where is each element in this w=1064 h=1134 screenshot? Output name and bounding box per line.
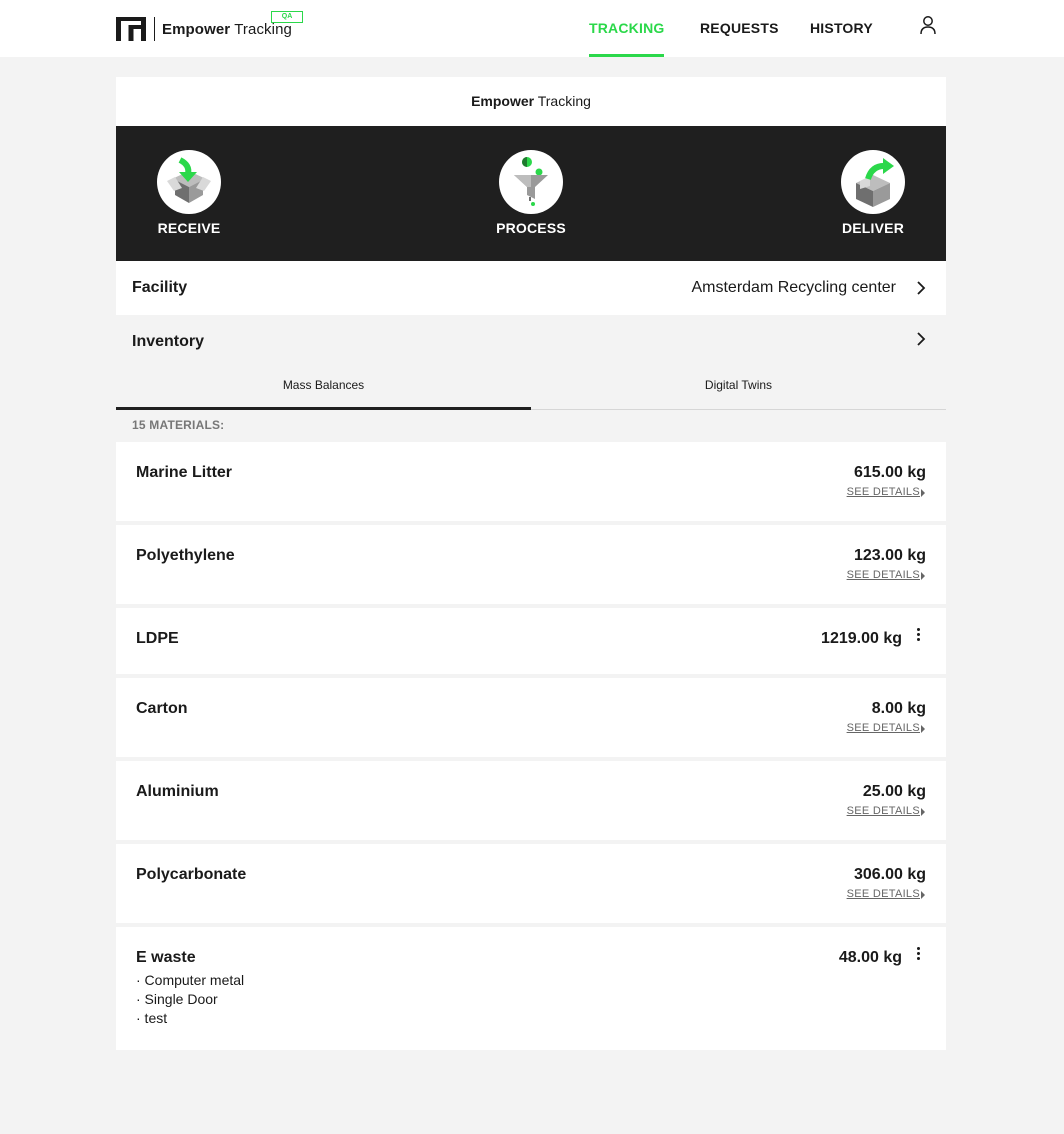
workflow-steps: RECEIVE PROCESS DELIVER bbox=[116, 126, 946, 261]
more-options-icon[interactable] bbox=[915, 628, 921, 642]
material-quantity: 8.00 kg bbox=[871, 700, 926, 717]
step-deliver[interactable]: DELIVER bbox=[823, 150, 923, 236]
facility-row[interactable]: Facility Amsterdam Recycling center bbox=[116, 261, 946, 315]
materials-count: 15 MATERIALS: bbox=[132, 418, 225, 432]
material-name: Polycarbonate bbox=[136, 866, 247, 883]
step-process[interactable]: PROCESS bbox=[481, 150, 581, 236]
material-item[interactable]: Carton 8.00 kg SEE DETAILS bbox=[116, 678, 946, 757]
caret-right-icon bbox=[921, 725, 925, 733]
see-details-link[interactable]: SEE DETAILS bbox=[847, 888, 920, 900]
nav-requests[interactable]: REQUESTS bbox=[700, 0, 779, 57]
material-item[interactable]: Polyethylene 123.00 kg SEE DETAILS bbox=[116, 525, 946, 604]
deliver-box-icon bbox=[856, 158, 894, 207]
user-icon[interactable] bbox=[919, 15, 937, 35]
step-receive-circle bbox=[157, 150, 221, 214]
facility-value: Amsterdam Recycling center bbox=[691, 279, 896, 296]
step-receive-label: RECEIVE bbox=[157, 220, 221, 236]
caret-right-icon bbox=[921, 572, 925, 580]
material-name: Marine Litter bbox=[136, 464, 233, 481]
caret-right-icon bbox=[921, 808, 925, 816]
material-name: Polyethylene bbox=[136, 547, 235, 564]
sub-item: · Single Door bbox=[136, 991, 218, 1007]
receive-box-icon bbox=[167, 157, 211, 203]
top-navigation-bar: Empower Tracking QA TRACKING REQUESTS HI… bbox=[0, 0, 1064, 57]
caret-right-icon bbox=[921, 891, 925, 899]
empower-logo-icon bbox=[116, 17, 146, 41]
more-options-icon[interactable] bbox=[915, 947, 921, 961]
step-process-label: PROCESS bbox=[496, 220, 566, 236]
inventory-row[interactable]: Inventory bbox=[116, 315, 946, 373]
logo-divider bbox=[154, 17, 155, 41]
tab-mass-balances[interactable]: Mass Balances bbox=[116, 368, 531, 410]
facility-label: Facility bbox=[132, 279, 188, 296]
material-quantity: 1219.00 kg bbox=[821, 630, 902, 647]
material-item[interactable]: Aluminium 25.00 kg SEE DETAILS bbox=[116, 761, 946, 840]
material-item[interactable]: Marine Litter 615.00 kg SEE DETAILS bbox=[116, 442, 946, 521]
see-details-link[interactable]: SEE DETAILS bbox=[847, 805, 920, 817]
brand-name: Empower Tracking bbox=[162, 20, 292, 38]
material-name: Aluminium bbox=[136, 783, 219, 800]
material-name: E waste bbox=[136, 949, 196, 966]
step-deliver-label: DELIVER bbox=[841, 220, 905, 236]
nav-tracking[interactable]: TRACKING bbox=[589, 0, 665, 57]
nav-history[interactable]: HISTORY bbox=[810, 0, 873, 57]
card-title: Empower Tracking bbox=[116, 77, 946, 126]
material-quantity: 48.00 kg bbox=[838, 949, 902, 966]
material-quantity: 25.00 kg bbox=[862, 783, 926, 800]
step-process-circle bbox=[499, 150, 563, 214]
tab-digital-twins[interactable]: Digital Twins bbox=[531, 368, 946, 409]
tracking-card: Empower Tracking RECEIVE PROCESS DELIVER… bbox=[116, 77, 946, 1134]
see-details-link[interactable]: SEE DETAILS bbox=[847, 569, 920, 581]
step-deliver-circle bbox=[841, 150, 905, 214]
see-details-link[interactable]: SEE DETAILS bbox=[847, 486, 920, 498]
material-item[interactable]: Polycarbonate 306.00 kg SEE DETAILS bbox=[116, 844, 946, 923]
process-funnel-icon bbox=[514, 157, 548, 206]
material-item[interactable]: E waste · Computer metal · Single Door ·… bbox=[116, 927, 946, 1050]
material-name: LDPE bbox=[136, 630, 179, 647]
see-details-link[interactable]: SEE DETAILS bbox=[847, 722, 920, 734]
material-name: Carton bbox=[136, 700, 188, 717]
material-quantity: 615.00 kg bbox=[853, 464, 926, 481]
sub-item: · Computer metal bbox=[136, 972, 245, 988]
material-item[interactable]: LDPE 1219.00 kg bbox=[116, 608, 946, 674]
material-quantity: 306.00 kg bbox=[853, 866, 926, 883]
material-quantity: 123.00 kg bbox=[853, 547, 926, 564]
step-receive[interactable]: RECEIVE bbox=[139, 150, 239, 236]
sub-item: · test bbox=[136, 1010, 168, 1026]
brand-logo[interactable]: Empower Tracking bbox=[116, 17, 292, 41]
material-sub-items: · Computer metal · Single Door · test bbox=[136, 971, 244, 1028]
chevron-right-icon bbox=[917, 332, 926, 346]
environment-badge: QA bbox=[271, 11, 303, 23]
inventory-label: Inventory bbox=[132, 333, 205, 350]
inventory-tabs: Mass Balances Digital Twins bbox=[116, 368, 946, 410]
caret-right-icon bbox=[921, 489, 925, 497]
chevron-right-icon bbox=[917, 281, 926, 295]
